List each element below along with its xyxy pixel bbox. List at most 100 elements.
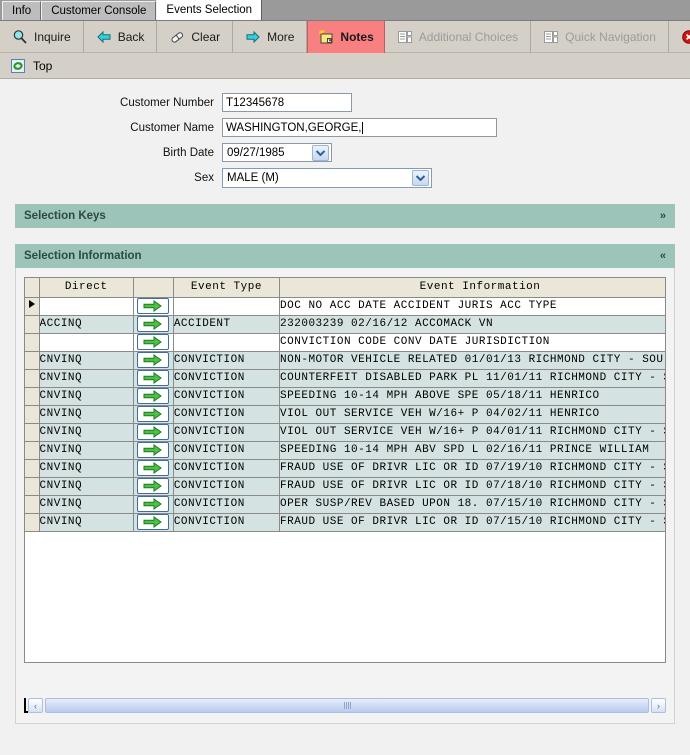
top-button[interactable]: Top bbox=[0, 53, 62, 79]
row-selector-cell[interactable] bbox=[25, 297, 40, 316]
cell-direct: CNVINQ bbox=[39, 369, 134, 388]
row-selector-cell[interactable] bbox=[25, 423, 40, 442]
go-arrow-button[interactable] bbox=[137, 352, 170, 368]
clear-button[interactable]: Clear bbox=[157, 20, 234, 53]
row-selector-cell[interactable] bbox=[25, 513, 40, 532]
more-button[interactable]: More bbox=[233, 20, 308, 53]
table-row[interactable]: CNVINQ CONVICTION FRAUD USE OF DRIVR LIC O… bbox=[25, 459, 665, 478]
cell-action[interactable] bbox=[133, 315, 174, 334]
table-row[interactable]: CNVINQ CONVICTION NON-MOTOR VEHICLE RELATE… bbox=[25, 351, 665, 370]
close-button[interactable]: Close bbox=[669, 21, 690, 53]
customer-number-label: Customer Number bbox=[120, 96, 214, 109]
go-arrow-button[interactable] bbox=[137, 370, 170, 386]
scroll-right-button[interactable]: › bbox=[651, 698, 666, 713]
cell-action[interactable] bbox=[133, 405, 174, 424]
table-row[interactable]: CNVINQ CONVICTION OPER SUSP/REV BASED UPON… bbox=[25, 495, 665, 514]
row-selector-cell[interactable] bbox=[25, 387, 40, 406]
cell-direct: ACCINQ bbox=[39, 315, 134, 334]
scrollbar-thumb[interactable] bbox=[45, 698, 649, 713]
top-label: Top bbox=[33, 58, 53, 73]
row-selector-cell[interactable] bbox=[25, 405, 40, 424]
row-selector-cell[interactable] bbox=[25, 459, 40, 478]
table-row[interactable]: CNVINQ CONVICTION SPEEDING 10-14 MPH ABV S… bbox=[25, 441, 665, 460]
events-grid-scroll-region[interactable]: Direct Event Type Event Information DOC … bbox=[24, 277, 666, 663]
cell-event-type: CONVICTION bbox=[173, 459, 281, 478]
tab-events-selection[interactable]: Events Selection bbox=[156, 0, 263, 20]
sex-combo[interactable]: MALE (M) bbox=[222, 168, 432, 188]
events-grid: Direct Event Type Event Information DOC … bbox=[25, 278, 665, 532]
table-row[interactable]: CNVINQ CONVICTION FRAUD USE OF DRIVR LIC O… bbox=[25, 477, 665, 496]
table-row[interactable]: CONVICTION CODE CONV DATE JURISDICTION bbox=[25, 333, 665, 352]
customer-name-input[interactable]: WASHINGTON,GEORGE, bbox=[222, 118, 497, 137]
cell-action[interactable] bbox=[133, 387, 174, 406]
section-selection-information[interactable]: Selection Information « bbox=[15, 244, 675, 268]
cell-action[interactable] bbox=[133, 477, 174, 496]
row-selector-cell[interactable] bbox=[25, 369, 40, 388]
chevron-down-icon[interactable] bbox=[312, 144, 329, 161]
additional-choices-button[interactable]: Additional Choices bbox=[385, 20, 532, 53]
tab-customer-console[interactable]: Customer Console bbox=[41, 1, 157, 20]
row-selector-cell[interactable] bbox=[25, 441, 40, 460]
cell-action[interactable] bbox=[133, 369, 174, 388]
go-arrow-button[interactable] bbox=[137, 334, 170, 350]
go-arrow-button[interactable] bbox=[137, 388, 170, 404]
chevron-up-icon[interactable]: « bbox=[660, 250, 666, 262]
table-row[interactable]: CNVINQ CONVICTION VIOL OUT SERVICE VEH W/1… bbox=[25, 423, 665, 442]
go-arrow-button[interactable] bbox=[137, 442, 170, 458]
row-selector-cell[interactable] bbox=[25, 495, 40, 514]
cell-action[interactable] bbox=[133, 513, 174, 532]
quick-navigation-button[interactable]: Quick Navigation bbox=[531, 20, 669, 53]
chevron-down-icon[interactable] bbox=[412, 170, 429, 186]
cell-action[interactable] bbox=[133, 351, 174, 370]
table-row[interactable]: CNVINQ CONVICTION COUNTERFEIT DISABLED PAR… bbox=[25, 369, 665, 388]
row-selector-cell[interactable] bbox=[25, 351, 40, 370]
cell-event-type: CONVICTION bbox=[173, 513, 281, 532]
section-selection-keys[interactable]: Selection Keys » bbox=[15, 204, 675, 228]
notes-button[interactable]: Notes bbox=[307, 20, 385, 53]
tab-bar: Info Customer Console Events Selection bbox=[0, 0, 690, 21]
back-button[interactable]: Back bbox=[84, 20, 158, 53]
clear-label: Clear bbox=[191, 29, 221, 44]
cell-action[interactable] bbox=[133, 297, 174, 316]
table-row[interactable]: ACCINQ ACCIDENT 232003239 02/16/12 ACCOMAC… bbox=[25, 315, 665, 334]
chevron-down-icon[interactable]: » bbox=[660, 210, 666, 222]
cell-action[interactable] bbox=[133, 423, 174, 442]
table-row[interactable]: CNVINQ CONVICTION FRAUD USE OF DRIVR LIC O… bbox=[25, 513, 665, 532]
inquire-button[interactable]: Inquire bbox=[0, 20, 84, 53]
go-arrow-button[interactable] bbox=[137, 316, 170, 332]
go-arrow-button[interactable] bbox=[137, 514, 170, 530]
go-arrow-button[interactable] bbox=[137, 496, 170, 512]
table-row[interactable]: CNVINQ CONVICTION VIOL OUT SERVICE VEH W/1… bbox=[25, 405, 665, 424]
go-arrow-button[interactable] bbox=[137, 298, 170, 314]
customer-number-value: T12345678 bbox=[226, 96, 285, 109]
notes-icon bbox=[318, 29, 334, 45]
row-selector-cell[interactable] bbox=[25, 315, 40, 334]
go-arrow-button[interactable] bbox=[137, 406, 170, 422]
scrollbar-track[interactable] bbox=[45, 698, 649, 713]
cell-event-information: CONVICTION CODE CONV DATE JURISDICTION bbox=[279, 333, 665, 352]
table-row[interactable]: DOC NO ACC DATE ACCIDENT JURIS ACC TYPE bbox=[25, 297, 665, 316]
cell-event-information: NON-MOTOR VEHICLE RELATED 01/01/13 RICHM… bbox=[279, 351, 665, 370]
cell-action[interactable] bbox=[133, 333, 174, 352]
go-arrow-button[interactable] bbox=[137, 460, 170, 476]
birth-date-combo[interactable]: 09/27/1985 bbox=[222, 143, 332, 162]
customer-number-input[interactable]: T12345678 bbox=[222, 93, 352, 112]
cell-action[interactable] bbox=[133, 495, 174, 514]
cell-event-information: VIOL OUT SERVICE VEH W/16+ P 04/01/11 RI… bbox=[279, 423, 665, 442]
horizontal-scrollbar[interactable]: ‹ › bbox=[24, 697, 666, 714]
scroll-left-button[interactable]: ‹ bbox=[28, 698, 43, 713]
cell-action[interactable] bbox=[133, 441, 174, 460]
go-arrow-button[interactable] bbox=[137, 424, 170, 440]
cell-event-information: FRAUD USE OF DRIVR LIC OR ID 07/15/10 RI… bbox=[279, 513, 665, 532]
row-selector-cell[interactable] bbox=[25, 477, 40, 496]
cell-event-information: FRAUD USE OF DRIVR LIC OR ID 07/19/10 RI… bbox=[279, 459, 665, 478]
cell-event-information: VIOL OUT SERVICE VEH W/16+ P 04/02/11 HE… bbox=[279, 405, 665, 424]
table-row[interactable]: CNVINQ CONVICTION SPEEDING 10-14 MPH ABOVE… bbox=[25, 387, 665, 406]
go-arrow-button[interactable] bbox=[137, 478, 170, 494]
refresh-icon bbox=[10, 58, 26, 74]
cell-action[interactable] bbox=[133, 459, 174, 478]
cell-event-type: CONVICTION bbox=[173, 423, 281, 442]
list-icon bbox=[543, 29, 559, 45]
tab-info[interactable]: Info bbox=[2, 1, 42, 20]
row-selector-cell[interactable] bbox=[25, 333, 40, 352]
